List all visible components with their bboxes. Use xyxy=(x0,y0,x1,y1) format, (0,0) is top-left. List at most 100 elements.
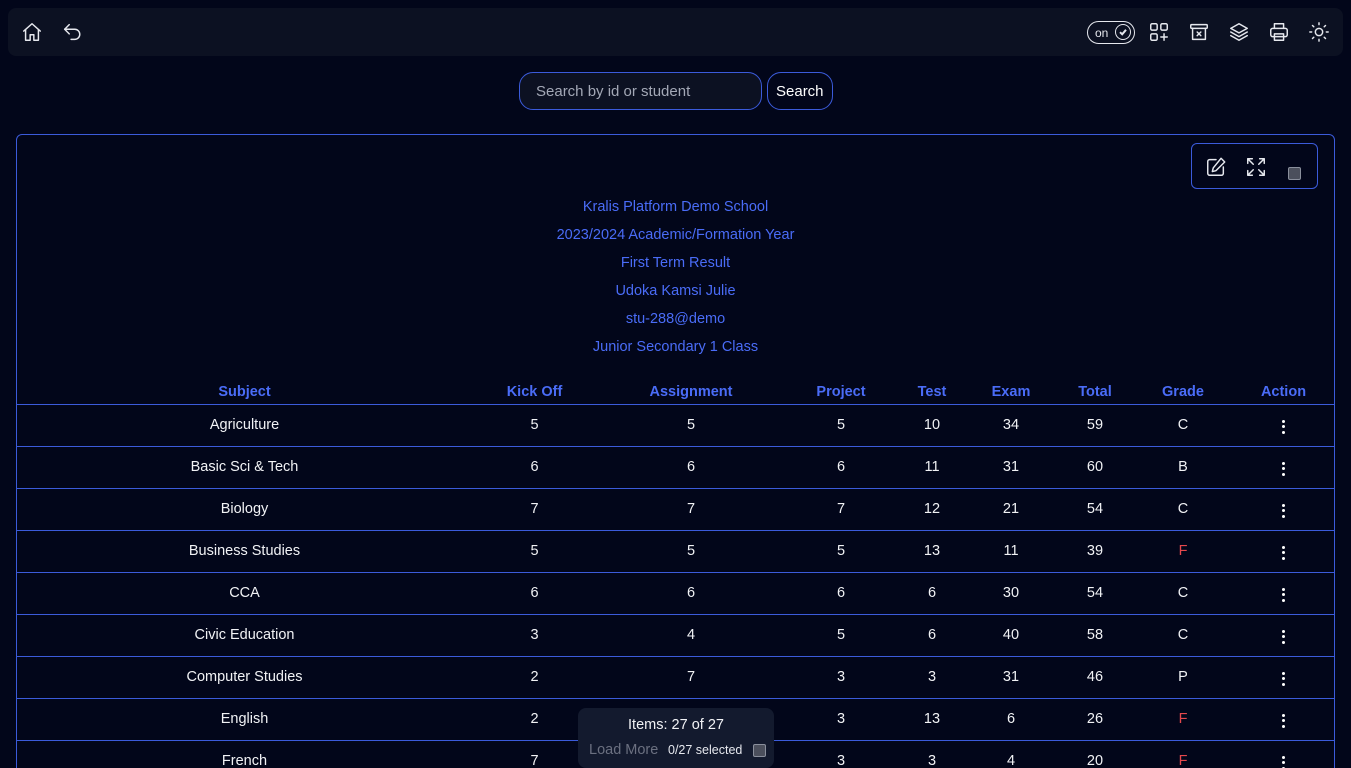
items-count: Items: 27 of 27 xyxy=(628,717,724,733)
more-vertical-icon[interactable] xyxy=(1278,670,1289,688)
cell-subject: Biology xyxy=(17,488,472,531)
term-title: First Term Result xyxy=(620,255,731,271)
edit-icon[interactable] xyxy=(1204,155,1228,179)
cell-assignment: 7 xyxy=(597,656,785,699)
apps-add-icon[interactable] xyxy=(1147,20,1171,44)
home-icon[interactable] xyxy=(20,20,44,44)
column-header[interactable]: Kick Off xyxy=(472,379,597,405)
cell-subject: Business Studies xyxy=(17,530,472,573)
cell-action xyxy=(1231,656,1334,699)
cell-project: 5 xyxy=(785,530,897,573)
cell-exam: 4 xyxy=(967,740,1055,768)
cell-grade: F xyxy=(1135,530,1231,573)
cell-assignment: 5 xyxy=(597,404,785,447)
cell-project: 3 xyxy=(785,740,897,768)
cell-subject: Civic Education xyxy=(17,614,472,657)
select-checkbox[interactable] xyxy=(753,744,766,757)
cell-grade: F xyxy=(1135,698,1231,741)
cell-action xyxy=(1231,446,1334,489)
search-bar: Search xyxy=(519,72,833,110)
cell-test: 6 xyxy=(897,572,967,615)
cell-kickoff: 6 xyxy=(472,572,597,615)
cell-grade: C xyxy=(1135,488,1231,531)
undo-icon[interactable] xyxy=(60,20,84,44)
column-header[interactable]: Total xyxy=(1055,379,1135,405)
archive-x-icon[interactable] xyxy=(1187,20,1211,44)
cell-exam: 11 xyxy=(967,530,1055,573)
column-header[interactable]: Subject xyxy=(17,379,472,405)
cell-grade: C xyxy=(1135,614,1231,657)
table-row: Biology 7 7 7 12 21 54 C xyxy=(17,488,1334,531)
column-header[interactable]: Test xyxy=(897,379,967,405)
column-header[interactable]: Assignment xyxy=(597,379,785,405)
layers-icon[interactable] xyxy=(1227,20,1251,44)
cell-project: 5 xyxy=(785,614,897,657)
result-header: Kralis Platform Demo School 2023/2024 Ac… xyxy=(17,193,1334,361)
search-button[interactable]: Search xyxy=(767,72,833,110)
table-row: Business Studies 5 5 5 13 11 39 F xyxy=(17,530,1334,573)
more-vertical-icon[interactable] xyxy=(1278,712,1289,730)
column-header[interactable]: Project xyxy=(785,379,897,405)
cell-project: 3 xyxy=(785,698,897,741)
cell-subject: Agriculture xyxy=(17,404,472,447)
cell-total: 54 xyxy=(1055,488,1135,531)
cell-grade: F xyxy=(1135,740,1231,768)
table-header-row: Subject Kick Off Assignment Project Test… xyxy=(17,379,1334,405)
sun-icon[interactable] xyxy=(1307,20,1331,44)
expand-icon[interactable] xyxy=(1244,155,1268,179)
cell-test: 12 xyxy=(897,488,967,531)
cell-action xyxy=(1231,614,1334,657)
cell-grade: C xyxy=(1135,572,1231,615)
more-vertical-icon[interactable] xyxy=(1278,586,1289,604)
cell-project: 6 xyxy=(785,572,897,615)
cell-exam: 30 xyxy=(967,572,1055,615)
column-header[interactable]: Exam xyxy=(967,379,1055,405)
cell-assignment: 6 xyxy=(597,446,785,489)
cell-kickoff: 2 xyxy=(472,656,597,699)
table-row: CCA 6 6 6 6 30 54 C xyxy=(17,572,1334,615)
cell-total: 59 xyxy=(1055,404,1135,447)
cell-subject: Computer Studies xyxy=(17,656,472,699)
cell-action xyxy=(1231,698,1334,741)
cell-project: 7 xyxy=(785,488,897,531)
cell-project: 5 xyxy=(785,404,897,447)
cell-test: 10 xyxy=(897,404,967,447)
search-input[interactable] xyxy=(519,72,762,110)
load-more-button[interactable]: Load More xyxy=(589,742,658,758)
toggle-label: on xyxy=(1095,25,1109,40)
cell-action xyxy=(1231,530,1334,573)
more-vertical-icon[interactable] xyxy=(1278,628,1289,646)
cell-assignment: 5 xyxy=(597,530,785,573)
class-name: Junior Secondary 1 Class xyxy=(592,339,759,355)
selected-count: 0/27 selected xyxy=(668,743,743,757)
toggle-switch[interactable]: on xyxy=(1087,21,1135,44)
more-vertical-icon[interactable] xyxy=(1278,754,1289,768)
student-id: stu-288@demo xyxy=(625,311,726,327)
school-name: Kralis Platform Demo School xyxy=(582,199,769,215)
cell-subject: CCA xyxy=(17,572,472,615)
cell-test: 13 xyxy=(897,698,967,741)
top-toolbar: on xyxy=(8,8,1343,56)
cell-assignment: 4 xyxy=(597,614,785,657)
more-vertical-icon[interactable] xyxy=(1278,460,1289,478)
column-header[interactable]: Grade xyxy=(1135,379,1231,405)
table-row: Computer Studies 2 7 3 3 31 46 P xyxy=(17,656,1334,699)
cell-total: 20 xyxy=(1055,740,1135,768)
printer-icon[interactable] xyxy=(1267,20,1291,44)
more-vertical-icon[interactable] xyxy=(1278,502,1289,520)
cell-action xyxy=(1231,740,1334,768)
pagination-footer: Items: 27 of 27 Load More 0/27 selected xyxy=(578,708,774,768)
cell-grade: C xyxy=(1135,404,1231,447)
cell-kickoff: 6 xyxy=(472,446,597,489)
cell-assignment: 7 xyxy=(597,488,785,531)
cell-exam: 6 xyxy=(967,698,1055,741)
more-vertical-icon[interactable] xyxy=(1278,418,1289,436)
check-circle-icon xyxy=(1115,24,1131,40)
cell-test: 6 xyxy=(897,614,967,657)
cell-total: 58 xyxy=(1055,614,1135,657)
cell-kickoff: 5 xyxy=(472,404,597,447)
more-vertical-icon[interactable] xyxy=(1278,544,1289,562)
cell-action xyxy=(1231,572,1334,615)
select-all-checkbox[interactable] xyxy=(1288,167,1301,180)
cell-action xyxy=(1231,488,1334,531)
